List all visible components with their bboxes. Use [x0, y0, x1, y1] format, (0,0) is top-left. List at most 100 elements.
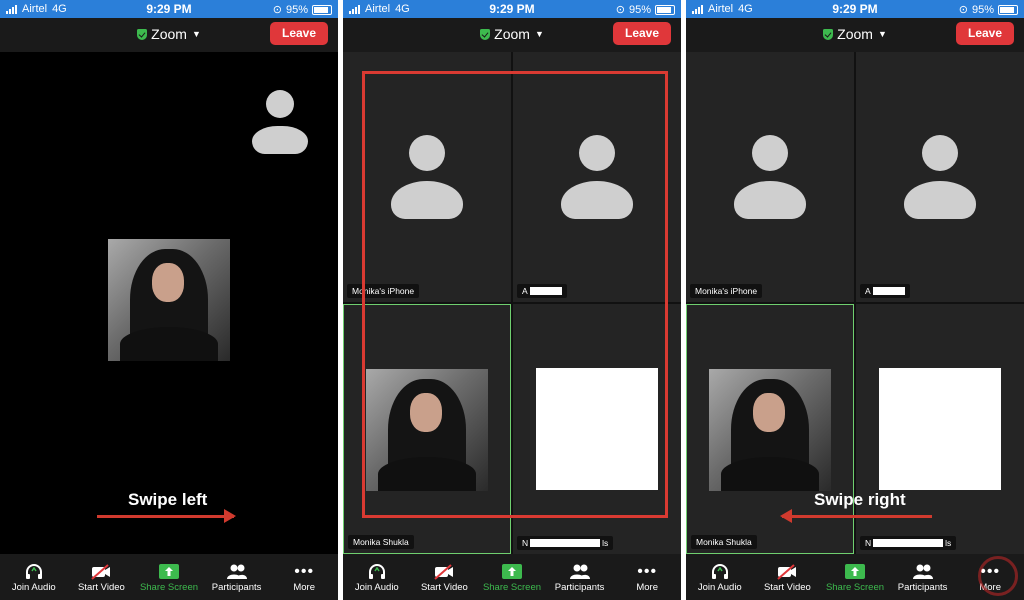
leave-button[interactable]: Leave	[613, 22, 671, 45]
participant-name-tag: Nls	[517, 536, 614, 550]
battery-icon	[998, 4, 1018, 15]
join-audio-button[interactable]: Join Audio	[686, 554, 754, 600]
join-audio-label: Join Audio	[697, 582, 742, 593]
start-video-button[interactable]: Start Video	[68, 554, 136, 600]
swipe-right-label: Swipe right	[814, 490, 906, 509]
name-visible-part: A	[865, 286, 871, 296]
share-screen-label: Share Screen	[482, 582, 542, 593]
participants-icon	[203, 564, 271, 580]
start-video-label: Start Video	[420, 582, 468, 593]
gallery-view: Monika's iPhone A Monika Shukla Nls Swip…	[686, 52, 1024, 554]
battery-info: ⊙ 95%	[273, 3, 332, 16]
redacted-name	[873, 539, 944, 547]
meeting-header: Zoom ▼ Leave	[686, 18, 1024, 52]
battery-icon	[312, 4, 332, 15]
shield-icon	[137, 29, 148, 40]
share-screen-button[interactable]: Share Screen	[478, 554, 546, 600]
shield-icon	[480, 29, 491, 40]
status-bar: Airtel 4G 9:29 PM ⊙ 95%	[0, 0, 338, 18]
avatar-icon	[734, 135, 806, 219]
share-screen-label: Share Screen	[139, 582, 199, 593]
share-screen-icon	[135, 564, 203, 580]
more-icon: •••	[637, 563, 658, 580]
battery-label: 95%	[628, 3, 651, 16]
start-video-button[interactable]: Start Video	[754, 554, 822, 600]
chevron-down-icon: ▼	[191, 29, 201, 39]
avatar-icon	[904, 135, 976, 219]
leave-button[interactable]: Leave	[956, 22, 1014, 45]
meeting-header: Zoom ▼ Leave	[343, 18, 681, 52]
participants-button[interactable]: Participants	[889, 554, 957, 600]
meeting-title: Zoom	[151, 26, 187, 42]
start-video-label: Start Video	[763, 582, 811, 593]
highlight-frame	[362, 71, 668, 518]
video-off-icon	[411, 564, 479, 580]
share-screen-label: Share Screen	[825, 582, 885, 593]
meeting-toolbar: Join Audio Start Video Share Screen Part…	[0, 554, 338, 600]
meeting-view: Swipe left	[0, 52, 338, 554]
redacted-name	[530, 539, 601, 547]
participants-label: Participants	[554, 582, 605, 593]
participant-name-tag: Nls	[860, 536, 957, 550]
name-visible-part: ls	[945, 538, 952, 548]
battery-label: 95%	[285, 3, 308, 16]
more-button[interactable]: ••• More	[613, 554, 681, 600]
join-audio-label: Join Audio	[11, 582, 56, 593]
participants-icon	[889, 564, 957, 580]
status-bar: Airtel 4G 9:29 PM ⊙ 95%	[686, 0, 1024, 18]
participants-button[interactable]: Participants	[203, 554, 271, 600]
participants-icon	[546, 564, 614, 580]
share-screen-icon	[821, 564, 889, 580]
video-off-icon	[68, 564, 136, 580]
participant-tile[interactable]: A	[856, 52, 1024, 302]
gallery-view: Monika's iPhone A Monika Shukla Nls	[343, 52, 681, 554]
meeting-toolbar: Join Audio Start Video Share Screen Part…	[343, 554, 681, 600]
join-audio-button[interactable]: Join Audio	[0, 554, 68, 600]
phone-screen-3: Airtel 4G 9:29 PM ⊙ 95% Zoom ▼ Leave Moni…	[686, 0, 1024, 600]
chevron-down-icon: ▼	[534, 29, 544, 39]
phone-screen-2: Airtel 4G 9:29 PM ⊙ 95% Zoom ▼ Leave Moni…	[343, 0, 681, 600]
headphones-icon	[0, 564, 68, 580]
video-off-icon	[754, 564, 822, 580]
headphones-icon	[686, 564, 754, 580]
redacted-name	[872, 287, 905, 295]
phone-screen-1: Airtel 4G 9:29 PM ⊙ 95% Zoom ▼ Leave Swip…	[0, 0, 338, 600]
shield-icon	[823, 29, 834, 40]
self-avatar-icon	[252, 90, 308, 154]
more-icon: •••	[294, 563, 315, 580]
share-screen-button[interactable]: Share Screen	[821, 554, 889, 600]
participants-label: Participants	[897, 582, 948, 593]
participant-name-tag: Monika Shukla	[348, 535, 414, 549]
battery-info: ⊙ 95%	[616, 3, 675, 16]
battery-info: ⊙ 95%	[959, 3, 1018, 16]
watermark-logo	[978, 556, 1018, 596]
headphones-icon	[343, 564, 411, 580]
blank-video	[879, 368, 1001, 490]
participants-label: Participants	[211, 582, 262, 593]
orientation-lock-icon: ⊙	[615, 4, 625, 16]
meeting-title: Zoom	[837, 26, 873, 42]
meeting-toolbar: Join Audio Start Video Share Screen Part…	[686, 554, 1024, 600]
chevron-down-icon: ▼	[877, 29, 887, 39]
leave-button[interactable]: Leave	[270, 22, 328, 45]
join-audio-label: Join Audio	[354, 582, 399, 593]
participant-video[interactable]	[108, 239, 230, 361]
start-video-button[interactable]: Start Video	[411, 554, 479, 600]
name-visible-part: ls	[602, 538, 609, 548]
swipe-left-label: Swipe left	[128, 490, 208, 509]
name-visible-part: N	[865, 538, 872, 548]
join-audio-button[interactable]: Join Audio	[343, 554, 411, 600]
name-visible-part: N	[522, 538, 529, 548]
participants-button[interactable]: Participants	[546, 554, 614, 600]
meeting-header: Zoom ▼ Leave	[0, 18, 338, 52]
battery-icon	[655, 4, 675, 15]
share-screen-icon	[478, 564, 546, 580]
orientation-lock-icon: ⊙	[272, 4, 282, 16]
more-label: More	[636, 582, 658, 593]
orientation-lock-icon: ⊙	[958, 4, 968, 16]
meeting-title: Zoom	[494, 26, 530, 42]
more-button[interactable]: ••• More	[270, 554, 338, 600]
participant-video	[709, 369, 831, 491]
participant-tile[interactable]: Monika's iPhone	[686, 52, 854, 302]
share-screen-button[interactable]: Share Screen	[135, 554, 203, 600]
